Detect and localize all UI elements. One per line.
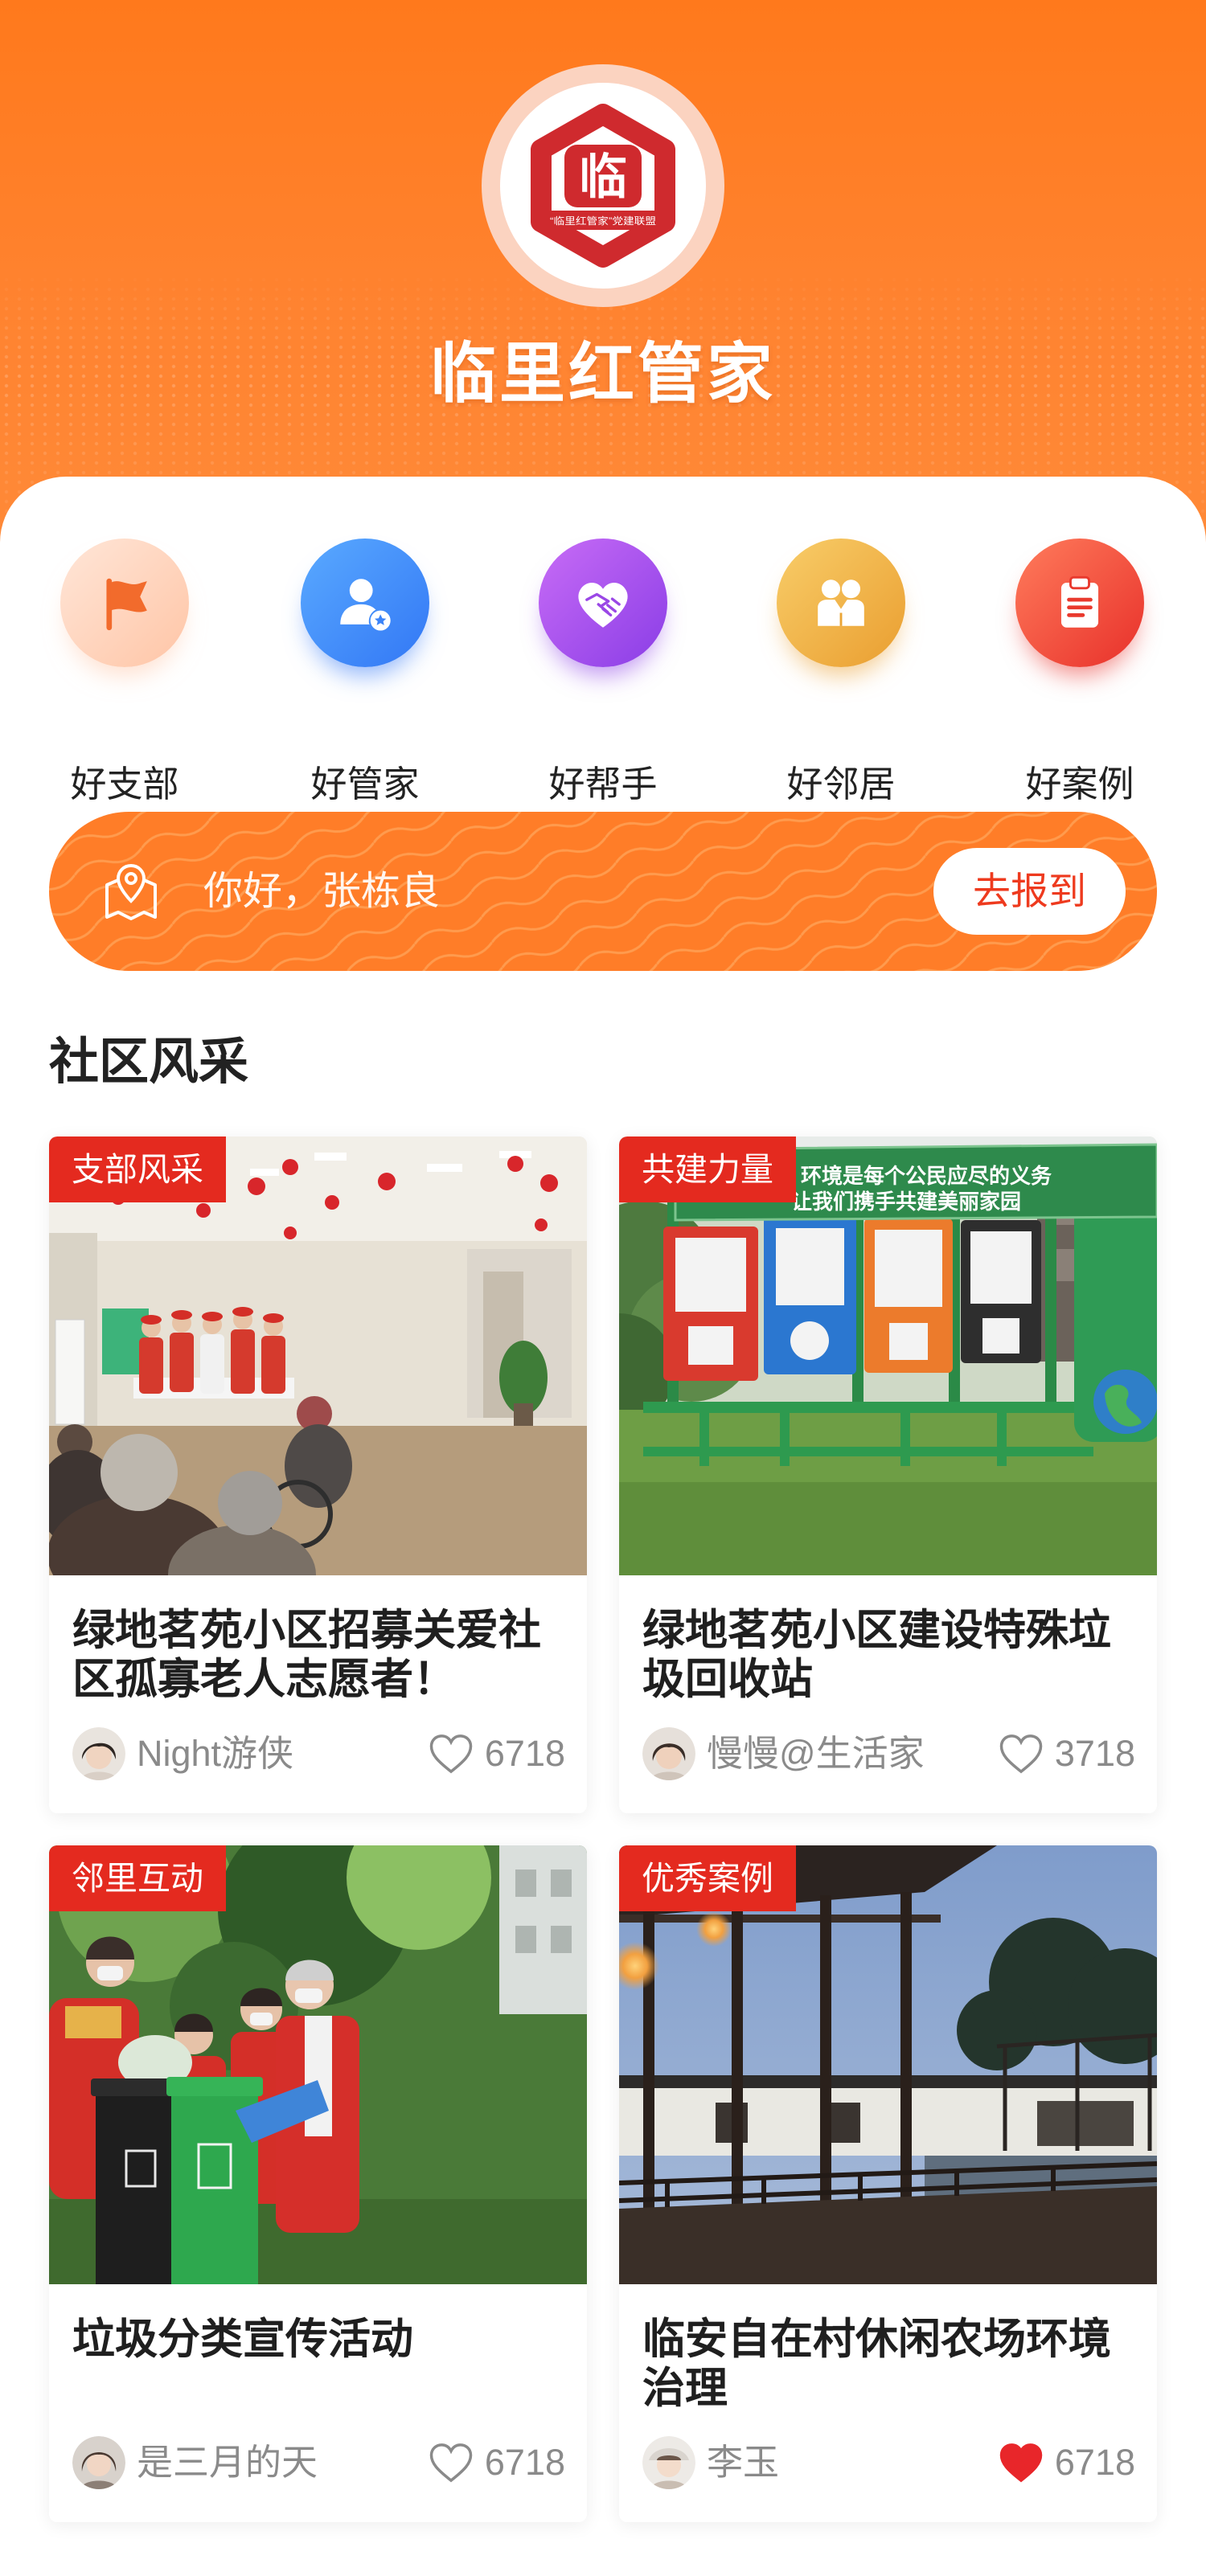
heart-icon [429, 1734, 473, 1774]
app-screen: 临 “临里红管家”党建联盟 临里红管家 好支部 好管家 好帮手 好邻居 好案例 … [0, 0, 1206, 2576]
flag-icon [106, 578, 147, 631]
post-title: 绿地茗苑小区建设特殊垃圾回收站 [642, 1607, 1111, 1703]
nav-good-case[interactable]: 好案例 [991, 539, 1168, 805]
nav-icon-circle [60, 539, 189, 667]
post-meta: 是三月的天 6718 [72, 2436, 565, 2489]
nav-icon-circle [1015, 539, 1144, 667]
author-avatar[interactable] [642, 2436, 695, 2489]
svg-text:让我们携手共建美丽家园: 让我们携手共建美丽家园 [791, 1190, 1021, 1214]
post-card[interactable]: 邻里互动 垃圾分类宣传活动 是三月的天 6718 [49, 1845, 587, 2522]
nav-good-helper[interactable]: 好帮手 [515, 539, 691, 805]
author-name: Night游侠 [137, 1733, 294, 1774]
party-alliance-logo: 临 “临里红管家”党建联盟 [482, 64, 724, 307]
nav-good-steward[interactable]: 好管家 [277, 539, 453, 805]
post-card[interactable]: 优秀案例 临安自在村休闲农场环境治理 李玉 6718 [619, 1845, 1157, 2522]
post-meta: 李玉 6718 [642, 2436, 1135, 2489]
like-count: 6718 [484, 2442, 565, 2483]
post-category-tag: 邻里互动 [49, 1845, 226, 1911]
post-title: 临安自在村休闲农场环境治理 [642, 2316, 1111, 2412]
nav-icon-circle [777, 539, 905, 667]
nav-icon-circle [539, 539, 667, 667]
nav-good-neighbor[interactable]: 好邻居 [753, 539, 929, 805]
post-meta: 慢慢@生活家 3718 [642, 1727, 1135, 1780]
nav-label: 好管家 [310, 764, 420, 805]
post-card[interactable]: 环境是每个公民应尽的义务 让我们携手共建美丽家园 共建力量 绿地茗苑小区建设特殊… [619, 1136, 1157, 1813]
svg-text:环境是每个公民应尽的义务: 环境是每个公民应尽的义务 [801, 1164, 1052, 1188]
svg-text:临: 临 [579, 150, 627, 204]
nav-good-branch[interactable]: 好支部 [36, 539, 213, 805]
nav-label: 好邻居 [786, 764, 896, 805]
like-button[interactable]: 6718 [429, 2436, 565, 2489]
post-category-tag: 支部风采 [49, 1136, 226, 1202]
post-title: 垃圾分类宣传活动 [72, 2316, 413, 2363]
checkin-banner: 你好，张栋良 去报到 [49, 812, 1157, 971]
checkin-button[interactable]: 去报到 [933, 848, 1126, 935]
author-name: 慢慢@生活家 [707, 1733, 925, 1774]
neighbors-icon [818, 579, 864, 626]
post-category-tag: 共建力量 [619, 1136, 796, 1202]
heart-icon [999, 1734, 1043, 1774]
post-card[interactable]: 支部风采 绿地茗苑小区招募关爱社区孤寡老人志愿者！ Night游侠 6718 [49, 1136, 587, 1813]
sorting-bins [91, 2077, 263, 2284]
content-sheet: 好支部 好管家 好帮手 好邻居 好案例 你好，张栋良 去报到 社区风采 支部风采… [0, 477, 1206, 2576]
app-title: 临里红管家 [429, 338, 776, 411]
heart-icon [999, 2443, 1043, 2483]
nav-label: 好帮手 [548, 764, 658, 805]
side-sign [1074, 1201, 1157, 1442]
location-map-icon [105, 863, 157, 920]
author-name: 是三月的天 [137, 2442, 318, 2483]
nav-icon-circle [301, 539, 429, 667]
building [499, 1845, 587, 2014]
nav-label: 好支部 [70, 764, 179, 805]
author-avatar[interactable] [72, 2436, 125, 2489]
post-title: 绿地茗苑小区招募关爱社区孤寡老人志愿者！ [72, 1607, 541, 1703]
author-avatar[interactable] [72, 1727, 125, 1780]
nav-label: 好案例 [1025, 764, 1134, 805]
post-meta: Night游侠 6718 [72, 1727, 565, 1780]
greeting-text: 你好，张栋良 [203, 870, 441, 913]
like-count: 6718 [484, 1733, 565, 1774]
heart-handshake-icon [578, 582, 628, 628]
author-avatar[interactable] [642, 1727, 695, 1780]
svg-text:“临里红管家”党建联盟: “临里红管家”党建联盟 [550, 215, 656, 227]
like-button[interactable]: 6718 [429, 1727, 565, 1780]
lantern [696, 1911, 732, 1947]
like-count: 3718 [1054, 1733, 1135, 1774]
heart-icon [429, 2443, 473, 2483]
like-button[interactable]: 6718 [999, 2436, 1135, 2489]
like-button[interactable]: 3718 [999, 1727, 1135, 1780]
post-category-tag: 优秀案例 [619, 1845, 796, 1911]
author-name: 李玉 [707, 2442, 780, 2483]
like-count: 6718 [1054, 2442, 1135, 2483]
person-badge-icon [340, 579, 391, 631]
section-title: 社区风采 [49, 1034, 249, 1090]
clipboard-icon [1060, 575, 1099, 628]
sorting-boards [663, 1217, 1041, 1381]
